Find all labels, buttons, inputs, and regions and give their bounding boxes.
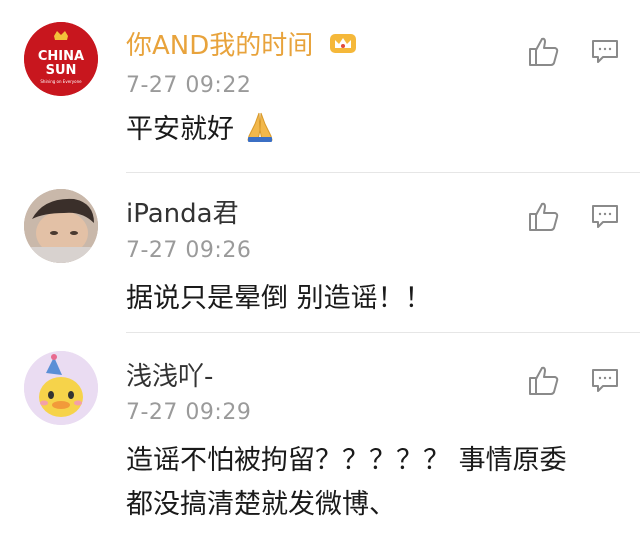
avatar-logo-tagline: Shining on Everyone — [40, 79, 82, 84]
thumbs-up-icon — [529, 202, 559, 231]
comment-text: 平安就好 — [126, 110, 616, 154]
like-button[interactable] — [526, 34, 562, 70]
timestamp: 7-27 09:22 — [126, 73, 252, 98]
avatar-logo-text: CHINA — [38, 49, 84, 64]
thumbs-up-icon — [529, 37, 559, 66]
timestamp: 7-27 09:29 — [126, 400, 252, 425]
comment-text-content: 平安就好 — [126, 114, 234, 145]
username[interactable]: iPanda君 — [126, 198, 239, 230]
comment-text: 造谣不怕被拘留？？？？？ 事情原委 都没搞清楚就发微博、 — [126, 441, 616, 525]
comment-text-line: 都没搞清楚就发微博、 — [126, 489, 396, 520]
reply-button[interactable] — [590, 201, 626, 237]
thumbs-up-icon — [529, 366, 559, 395]
avatar-logo-text: SUN — [46, 63, 77, 78]
crown-icon — [328, 31, 358, 63]
reply-button[interactable] — [590, 365, 626, 401]
username[interactable]: 浅浅吖- — [126, 361, 213, 393]
comment-item: CHINA SUN Shining on Everyone 你AND我的时间 7… — [0, 0, 640, 172]
comment-list: CHINA SUN Shining on Everyone 你AND我的时间 7… — [0, 0, 640, 542]
comment-text-line: 造谣不怕被拘留？？？？？ 事情原委 — [126, 445, 567, 476]
timestamp: 7-27 09:26 — [126, 238, 252, 263]
comment-icon — [592, 369, 618, 392]
comment-icon — [592, 205, 618, 228]
username-text[interactable]: 你AND我的时间 — [126, 31, 313, 61]
praying-hands-icon — [245, 110, 275, 154]
comment-item: iPanda君 7-27 09:26 据说只是晕倒 别造谣！！ — [0, 173, 640, 332]
reply-button[interactable] — [590, 36, 626, 72]
comment-text: 据说只是晕倒 别造谣！！ — [126, 283, 432, 314]
username[interactable]: 你AND我的时间 — [126, 30, 358, 63]
like-button[interactable] — [526, 199, 562, 235]
avatar[interactable]: CHINA SUN Shining on Everyone — [24, 22, 98, 96]
comment-item: 浅浅吖- 7-27 09:29 造谣不怕被拘留？？？？？ 事情原委 都没搞清楚就… — [0, 333, 640, 542]
avatar[interactable] — [24, 351, 98, 425]
like-button[interactable] — [526, 363, 562, 399]
comment-icon — [592, 40, 618, 63]
avatar[interactable] — [24, 189, 98, 263]
